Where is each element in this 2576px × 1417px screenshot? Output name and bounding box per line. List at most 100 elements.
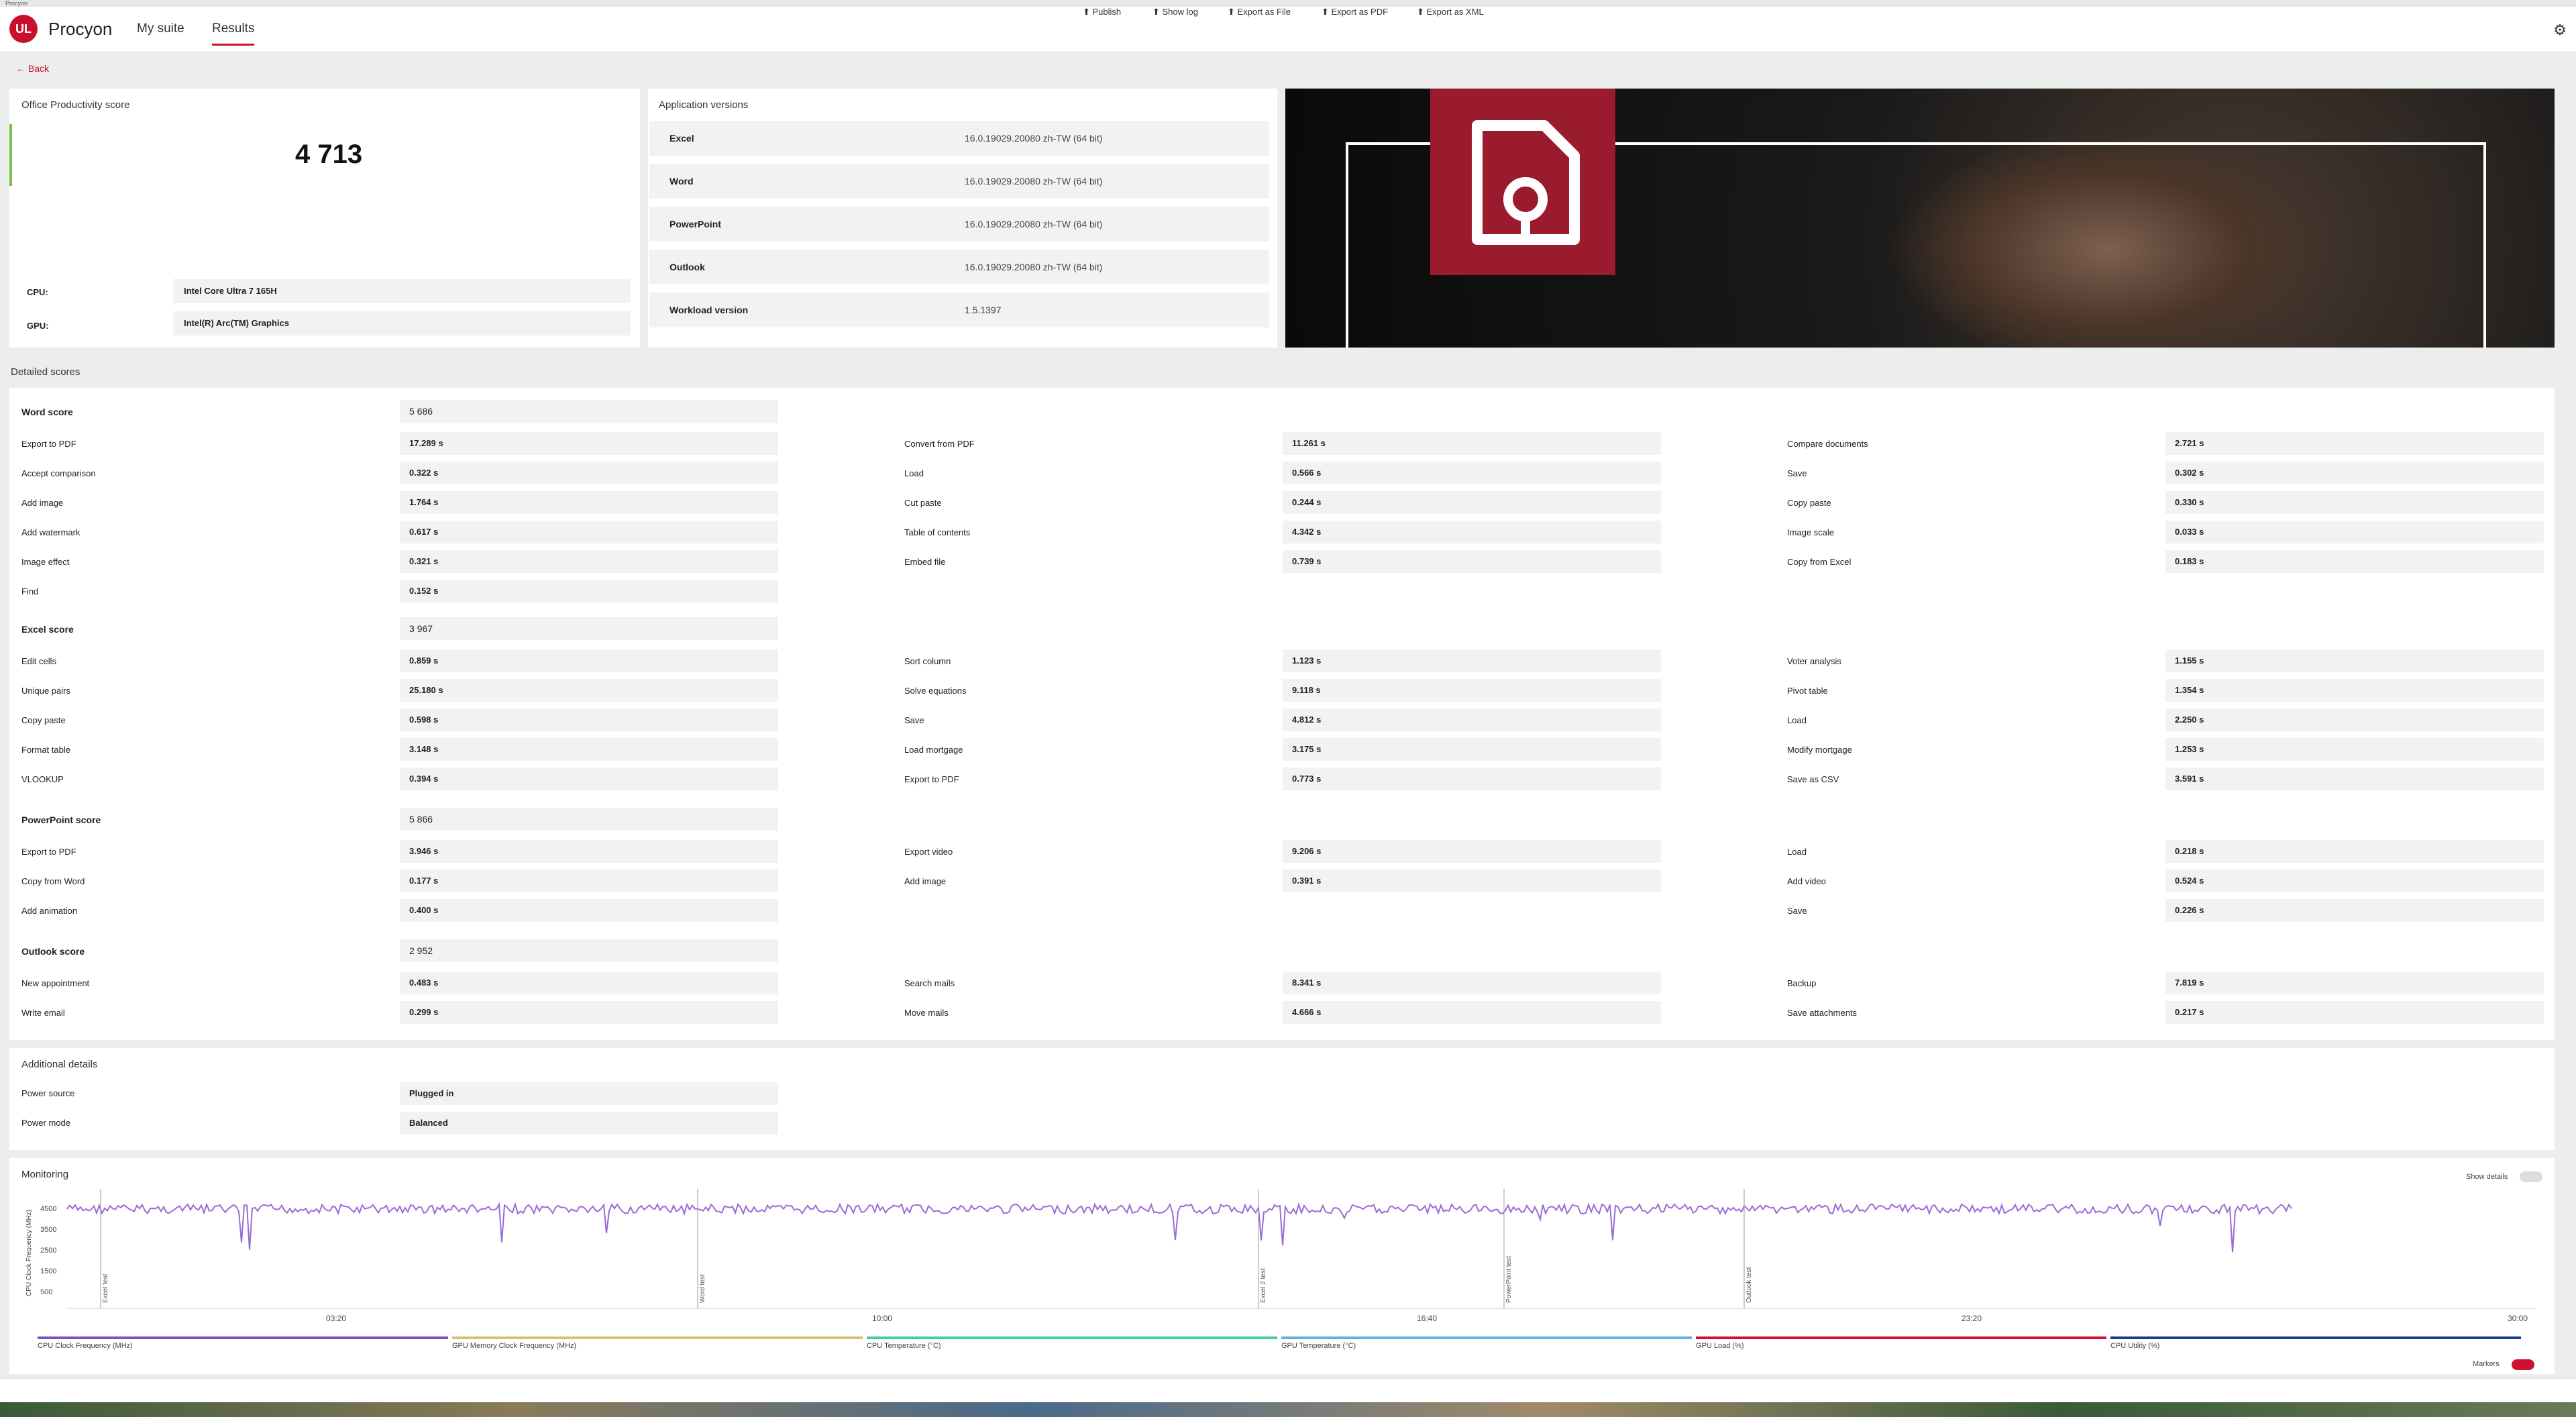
excel-test-label: VLOOKUP: [21, 774, 64, 784]
powerpoint-test-value: 0.400 s: [400, 899, 778, 922]
version-app-name: Excel: [669, 133, 694, 144]
excel-test-value: 3.175 s: [1283, 738, 1661, 761]
excel-test-label: Export to PDF: [904, 774, 959, 784]
tab-my-suite[interactable]: My suite: [137, 21, 184, 36]
word-test-value: 4.342 s: [1283, 521, 1661, 543]
excel-test-label: Modify mortgage: [1787, 745, 1852, 755]
outlook-test-value: 0.299 s: [400, 1001, 778, 1024]
word-test-value: 0.302 s: [2165, 462, 2544, 484]
marker-label: PowerPoint test: [1505, 1256, 1513, 1303]
excel-test-label: Edit cells: [21, 656, 57, 666]
version-app-name: Workload version: [669, 305, 749, 315]
word-score-value: 5 686: [400, 400, 778, 423]
outlook-test-label: Write email: [21, 1008, 65, 1018]
version-app-name: PowerPoint: [669, 219, 722, 229]
additional-title: Additional details: [21, 1059, 98, 1070]
excel-test-value: 0.394 s: [400, 768, 778, 790]
power-mode-label: Power mode: [21, 1118, 70, 1128]
excel-test-value: 3.148 s: [400, 738, 778, 761]
word-test-value: 0.321 s: [400, 550, 778, 573]
show-details-toggle[interactable]: [2520, 1171, 2542, 1182]
x-tick-label: 16:40: [1417, 1314, 1438, 1323]
outlook-test-value: 0.483 s: [400, 972, 778, 994]
powerpoint-test-value: 9.206 s: [1283, 840, 1661, 863]
word-test-value: 2.721 s: [2165, 432, 2544, 455]
excel-test-value: 1.253 s: [2165, 738, 2544, 761]
bottom-button-3[interactable]: ⬆ Export as PDF: [1322, 7, 1388, 17]
monitoring-chart: Excel test Word test Excel 2 test PowerPoin…: [66, 1189, 2536, 1309]
legend-label: CPU Utility (%): [2110, 1342, 2160, 1350]
excel-test-value: 1.354 s: [2165, 679, 2544, 702]
word-test-value: 0.244 s: [1283, 491, 1661, 514]
tab-results[interactable]: Results: [212, 21, 255, 46]
word-test-label: Embed file: [904, 557, 946, 567]
excel-score-value: 3 967: [400, 617, 778, 640]
excel-test-label: Copy paste: [21, 715, 66, 725]
bottom-button-label: Export as XML: [1426, 7, 1484, 17]
bottom-button-1[interactable]: ⬆ Show log: [1152, 7, 1198, 17]
word-test-label: Image scale: [1787, 527, 1835, 537]
gear-icon[interactable]: ⚙: [2553, 21, 2567, 39]
detailed-scores-title: Detailed scores: [11, 366, 80, 378]
y-tick-label: 3500: [40, 1226, 57, 1234]
word-test-value: 1.764 s: [400, 491, 778, 514]
bottom-button-2[interactable]: ⬆ Export as File: [1228, 7, 1291, 17]
excel-test-value: 0.598 s: [400, 708, 778, 731]
powerpoint-test-label: Export video: [904, 847, 953, 857]
outlook-test-label: Move mails: [904, 1008, 949, 1018]
bottom-button-4[interactable]: ⬆ Export as XML: [1417, 7, 1484, 17]
excel-test-value: 1.123 s: [1283, 649, 1661, 672]
version-value: 16.0.19029.20080 zh-TW (64 bit): [965, 133, 1103, 144]
show-details-label: Show details: [2466, 1173, 2508, 1181]
score-panel: [9, 89, 640, 348]
bottom-button-label: Export as File: [1237, 7, 1291, 17]
outlook-test-label: Save attachments: [1787, 1008, 1858, 1018]
excel-test-label: Load mortgage: [904, 745, 963, 755]
excel-test-label: Pivot table: [1787, 686, 1828, 696]
version-value: 1.5.1397: [965, 305, 1002, 315]
powerpoint-score-label: PowerPoint score: [21, 815, 101, 825]
version-value: 16.0.19029.20080 zh-TW (64 bit): [965, 262, 1103, 272]
outlook-test-value: 7.819 s: [2165, 972, 2544, 994]
x-tick-label: 10:00: [872, 1314, 893, 1323]
legend-label: GPU Temperature (°C): [1281, 1342, 1356, 1350]
power-mode-value: Balanced: [400, 1112, 778, 1135]
powerpoint-test-value: 0.226 s: [2165, 899, 2544, 922]
word-test-label: Find: [21, 586, 39, 596]
version-value: 16.0.19029.20080 zh-TW (64 bit): [965, 176, 1103, 187]
excel-test-value: 4.812 s: [1283, 708, 1661, 731]
x-tick-label: 30:00: [2508, 1314, 2528, 1323]
excel-score-label: Excel score: [21, 624, 74, 635]
powerpoint-test-label: Add video: [1787, 876, 1826, 886]
legend-item: GPU Memory Clock Frequency (MHz): [452, 1336, 863, 1357]
power-source-label: Power source: [21, 1088, 75, 1098]
legend-label: CPU Temperature (°C): [867, 1342, 941, 1350]
bottom-action-bar: [0, 1378, 2576, 1402]
word-test-value: 0.322 s: [400, 462, 778, 484]
y-tick-label: 500: [40, 1288, 53, 1296]
word-test-label: Copy paste: [1787, 498, 1831, 508]
back-label: Back: [28, 63, 50, 74]
word-test-label: Accept comparison: [21, 468, 96, 478]
markers-toggle[interactable]: [2512, 1359, 2534, 1370]
word-score-label: Word score: [21, 407, 73, 417]
bottom-button-0[interactable]: ⬆ Publish: [1083, 7, 1121, 17]
outlook-test-label: Search mails: [904, 978, 955, 988]
excel-test-value: 3.591 s: [2165, 768, 2544, 790]
powerpoint-test-label: Load: [1787, 847, 1807, 857]
excel-test-value: 0.773 s: [1283, 768, 1661, 790]
word-test-label: Cut paste: [904, 498, 942, 508]
desktop-wallpaper: [0, 1402, 2576, 1417]
arrow-left-icon: ←: [16, 63, 28, 74]
legend-label: CPU Clock Frequency (MHz): [38, 1342, 133, 1350]
overall-score: 4 713: [295, 140, 363, 169]
document-icon: [1430, 89, 1615, 275]
back-button[interactable]: ← Back: [16, 63, 49, 74]
word-test-label: Image effect: [21, 557, 70, 567]
powerpoint-test-value: 0.177 s: [400, 870, 778, 892]
word-test-value: 0.152 s: [400, 580, 778, 602]
version-row-3: Outlook 16.0.19029.20080 zh-TW (64 bit): [649, 250, 1269, 284]
outlook-test-value: 0.217 s: [2165, 1001, 2544, 1024]
outlook-score-value: 2 952: [400, 939, 778, 962]
legend-label: GPU Load (%): [1696, 1342, 1744, 1350]
